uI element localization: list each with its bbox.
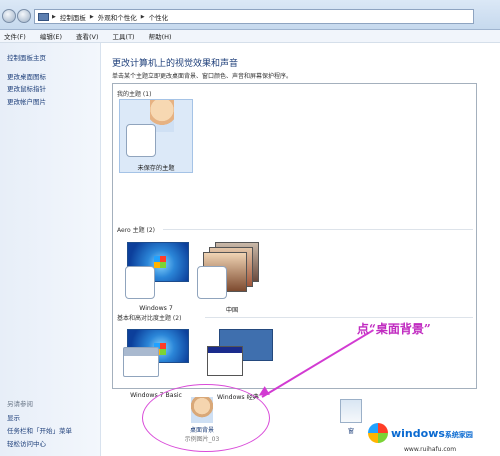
window-preview — [207, 346, 243, 376]
menu-help[interactable]: 帮助(H) — [149, 31, 172, 41]
forward-button[interactable] — [17, 9, 31, 23]
menu-bar: 文件(F) 编辑(E) 查看(V) 工具(T) 帮助(H) — [0, 30, 500, 43]
window-preview — [126, 124, 156, 157]
watermark-brand: windows系统家园 — [391, 427, 473, 440]
watermark-brand-cn: 系统家园 — [444, 430, 473, 439]
menu-file[interactable]: 文件(F) — [4, 31, 26, 41]
page-title: 更改计算机上的视觉效果和声音 — [112, 59, 239, 69]
theme-windows-7-thumbnail — [119, 242, 189, 302]
window-preview — [197, 266, 227, 299]
window-color-button[interactable]: 窗 — [336, 399, 366, 435]
breadcrumb-personalization[interactable]: 个性化 — [149, 12, 169, 22]
annotation-callout: 点“桌面背景” — [357, 322, 431, 336]
watermark-brand-en: windows — [391, 426, 445, 440]
theme-unsaved[interactable]: 未保存的主题 — [119, 99, 193, 173]
window-preview — [123, 347, 159, 377]
link-change-mouse-pointers[interactable]: 更改鼠标指针 — [7, 83, 46, 93]
menu-view[interactable]: 查看(V) — [76, 31, 99, 41]
see-also-header: 另请参阅 — [7, 400, 33, 408]
link-change-account-picture[interactable]: 更改帐户图片 — [7, 96, 46, 106]
highlight-ellipse — [142, 384, 270, 452]
window-color-label: 窗 — [347, 428, 354, 435]
windows-logo-icon — [154, 256, 166, 268]
chevron-right-icon: ▶ — [89, 13, 94, 20]
group-aero-themes: Aero 主题 (2) — [117, 227, 156, 234]
watermark: windows系统家园 — [368, 423, 473, 443]
theme-label: 未保存的主题 — [137, 165, 175, 172]
chevron-right-icon: ▶ — [52, 13, 56, 20]
address-bar[interactable]: ▶ 控制面板 ▶ 外观和个性化 ▶ 个性化 — [34, 9, 474, 24]
theme-china[interactable]: 中国 — [195, 242, 269, 314]
theme-label: Windows 7 — [139, 305, 173, 312]
link-ease-of-access[interactable]: 轻松访问中心 — [7, 438, 46, 448]
link-control-panel-home[interactable]: 控制面板主页 — [7, 52, 46, 62]
menu-edit[interactable]: 编辑(E) — [40, 31, 62, 41]
theme-gallery: 我的主题 (1) 未保存的主题 Aero 主题 (2) Windows 7 中国… — [112, 83, 477, 401]
window-preview — [125, 266, 155, 299]
watermark-url: www.ruihafu.com — [404, 446, 457, 453]
windows-logo-icon — [368, 423, 388, 443]
breadcrumb-control-panel[interactable]: 控制面板 — [60, 12, 86, 22]
title-bar: ▶ 控制面板 ▶ 外观和个性化 ▶ 个性化 — [0, 0, 500, 30]
window-color-icon — [340, 399, 362, 423]
divider — [205, 317, 473, 318]
link-taskbar-start-menu[interactable]: 任务栏和「开始」菜单 — [7, 425, 72, 435]
theme-china-thumbnail — [195, 242, 265, 302]
breadcrumb-appearance[interactable]: 外观和个性化 — [98, 12, 137, 22]
chevron-right-icon: ▶ — [140, 13, 145, 20]
menu-tools[interactable]: 工具(T) — [113, 31, 135, 41]
group-basic-themes: 基本和高对比度主题 (2) — [117, 315, 182, 322]
theme-label: 中国 — [225, 307, 239, 314]
theme-unsaved-thumbnail — [120, 100, 190, 160]
theme-windows-7[interactable]: Windows 7 — [119, 242, 193, 312]
group-my-themes: 我的主题 (1) — [117, 91, 152, 98]
theme-windows-classic-thumbnail — [201, 329, 273, 389]
page-subtitle: 单击某个主题立即更改桌面背景、窗口颜色、声音和屏幕保护程序。 — [112, 73, 293, 80]
link-change-desktop-icons[interactable]: 更改桌面图标 — [7, 71, 46, 81]
divider — [163, 229, 473, 230]
left-task-pane: 控制面板主页 更改桌面图标 更改鼠标指针 更改帐户图片 另请参阅 显示 任务栏和… — [0, 43, 101, 456]
back-button[interactable] — [2, 9, 16, 23]
theme-windows-7-basic-thumbnail — [119, 329, 189, 389]
control-panel-icon — [38, 12, 49, 21]
link-display[interactable]: 显示 — [7, 412, 20, 422]
